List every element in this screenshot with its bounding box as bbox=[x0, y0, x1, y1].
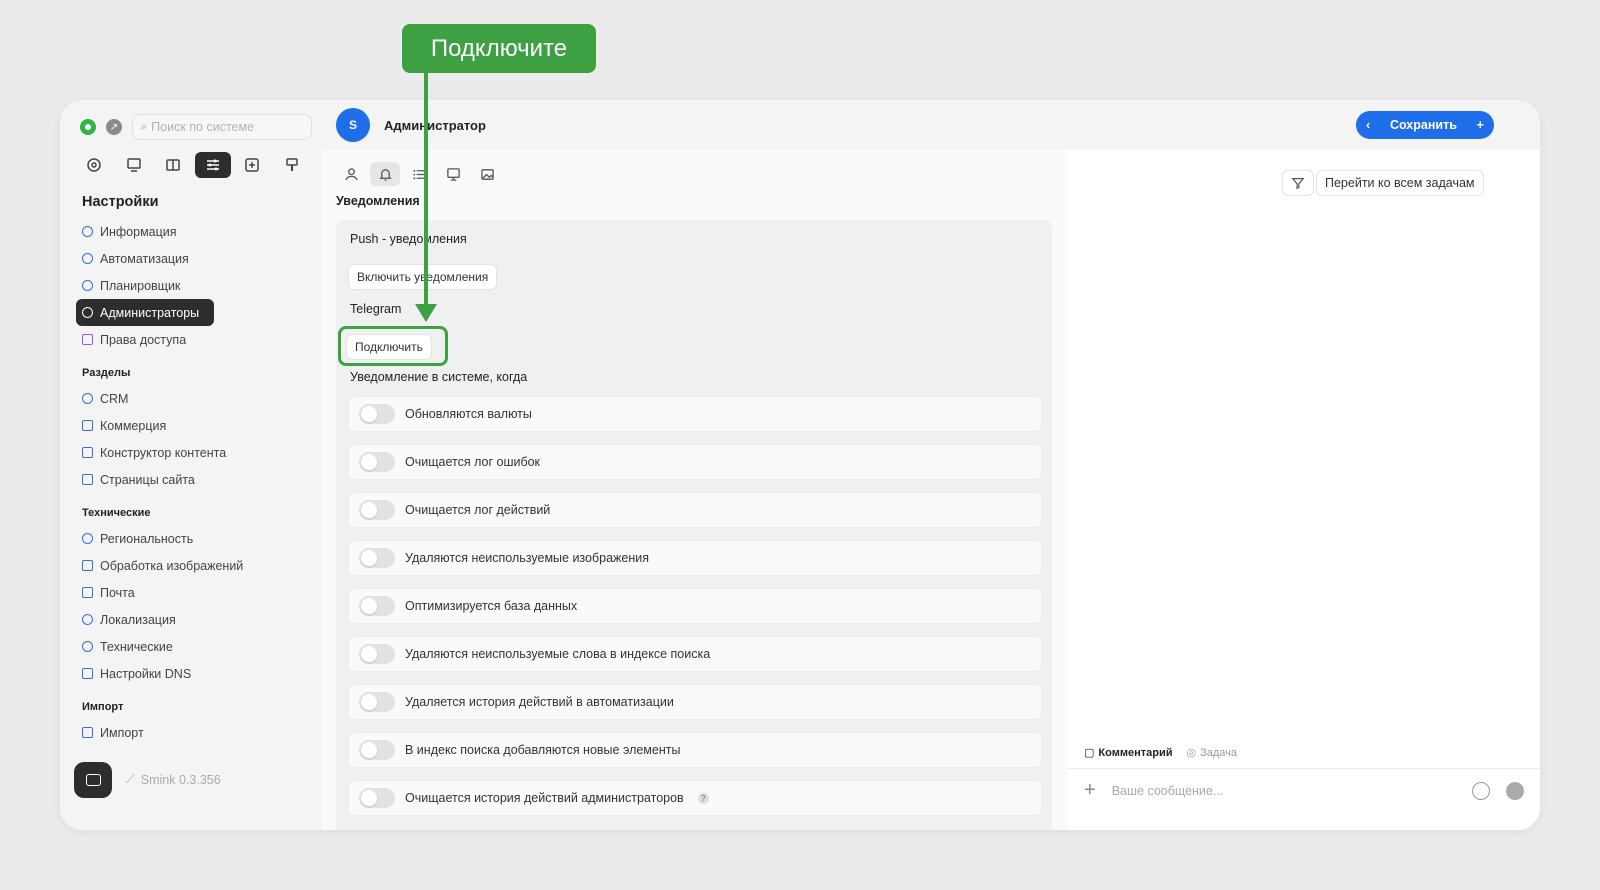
callout-arrow bbox=[415, 73, 437, 322]
